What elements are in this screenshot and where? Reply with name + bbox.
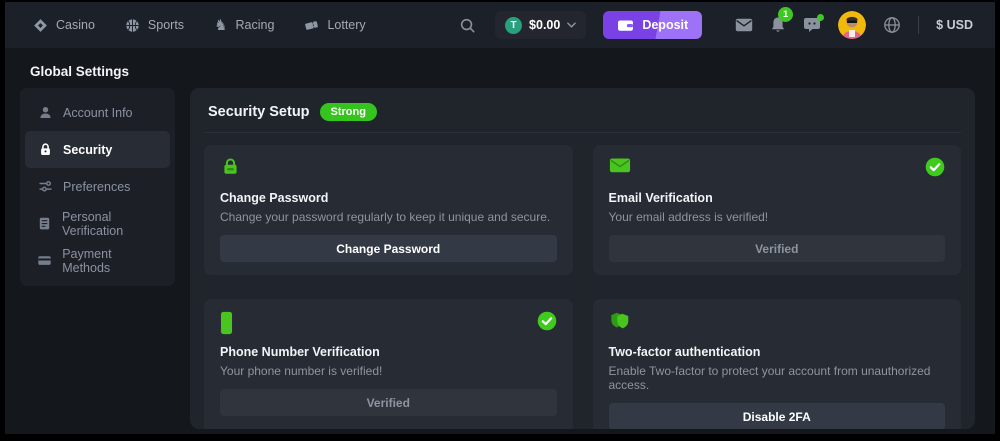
credit-card-icon	[37, 253, 52, 268]
wallet-balance-dropdown[interactable]: T $0.00	[495, 11, 586, 39]
card-description: Change your password regularly to keep i…	[220, 210, 557, 224]
nav-label: Sports	[148, 18, 184, 32]
topbar-right-cluster: T $0.00 Deposit 1	[459, 11, 973, 39]
nav-label: Racing	[236, 18, 275, 32]
nav-item-racing[interactable]: ♞ Racing	[214, 18, 274, 32]
nav-label: Lottery	[327, 18, 365, 32]
main-nav: Casino Sports ♞ Racing Lottery	[33, 18, 366, 33]
panel-title: Security Setup	[208, 104, 310, 120]
sidebar-item-preferences[interactable]: Preferences	[25, 168, 170, 205]
chat-button[interactable]	[803, 17, 821, 33]
phone-verified-button[interactable]: Verified	[220, 389, 557, 416]
page-title: Global Settings	[30, 64, 129, 79]
email-verification-card: Email Verification Your email address is…	[593, 145, 962, 275]
deposit-button[interactable]: Deposit	[603, 11, 702, 39]
email-verified-button[interactable]: Verified	[609, 235, 946, 262]
online-status-dot	[817, 14, 824, 21]
ticket-icon	[304, 18, 319, 33]
sidebar-item-label: Payment Methods	[62, 247, 158, 275]
basketball-icon	[125, 18, 140, 33]
card-description: Your phone number is verified!	[220, 364, 557, 378]
two-factor-card: Two-factor authentication Enable Two-fac…	[593, 299, 962, 429]
sidebar-item-security[interactable]: Security	[25, 131, 170, 168]
divider	[204, 132, 961, 133]
sidebar-item-label: Security	[63, 143, 112, 157]
card-title: Phone Number Verification	[220, 345, 557, 359]
chevron-down-icon	[567, 22, 576, 28]
avatar[interactable]	[838, 11, 866, 39]
document-icon	[37, 216, 52, 231]
user-icon	[37, 105, 53, 120]
horse-icon: ♞	[214, 19, 227, 32]
nav-item-casino[interactable]: Casino	[33, 18, 95, 33]
shield-icon	[609, 311, 631, 332]
search-icon[interactable]	[459, 17, 476, 34]
globe-icon[interactable]	[883, 16, 901, 34]
top-navigation-bar: Casino Sports ♞ Racing Lottery	[5, 2, 995, 48]
sidebar-item-label: Account Info	[63, 106, 133, 120]
envelope-icon	[609, 157, 631, 174]
security-setup-panel: Security Setup Strong Change Password Ch…	[190, 88, 975, 429]
phone-icon	[220, 311, 233, 335]
sliders-icon	[37, 179, 53, 194]
sidebar-item-payment-methods[interactable]: Payment Methods	[25, 242, 170, 279]
phone-verification-card: Phone Number Verification Your phone num…	[204, 299, 573, 429]
currency-label: $ USD	[936, 18, 973, 32]
nav-item-sports[interactable]: Sports	[125, 18, 184, 33]
sidebar-item-personal-verification[interactable]: Personal Verification	[25, 205, 170, 242]
app-window: Casino Sports ♞ Racing Lottery	[5, 2, 995, 434]
card-title: Email Verification	[609, 191, 946, 205]
deposit-label: Deposit	[642, 18, 688, 32]
sidebar-item-label: Personal Verification	[62, 210, 158, 238]
card-description: Enable Two-factor to protect your accoun…	[609, 364, 946, 392]
disable-2fa-button[interactable]: Disable 2FA	[609, 403, 946, 429]
currency-selector[interactable]: $ USD	[936, 18, 973, 32]
settings-sidebar: Account Info Security Preferences Person…	[20, 88, 175, 286]
mail-icon[interactable]	[735, 18, 753, 32]
padlock-icon	[220, 157, 241, 176]
divider	[918, 16, 919, 34]
change-password-button[interactable]: Change Password	[220, 235, 557, 262]
verified-check-icon	[925, 157, 945, 177]
lock-icon	[37, 142, 53, 157]
change-password-card: Change Password Change your password reg…	[204, 145, 573, 275]
notification-count-badge: 1	[778, 7, 793, 22]
nav-label: Casino	[56, 18, 95, 32]
card-title: Two-factor authentication	[609, 345, 946, 359]
card-description: Your email address is verified!	[609, 210, 946, 224]
card-title: Change Password	[220, 191, 557, 205]
balance-amount: $0.00	[529, 18, 560, 32]
diamond-icon	[33, 18, 48, 33]
wallet-icon	[617, 18, 634, 33]
sidebar-item-account-info[interactable]: Account Info	[25, 94, 170, 131]
verified-check-icon	[537, 311, 557, 331]
security-cards-grid: Change Password Change your password reg…	[204, 145, 961, 429]
nav-item-lottery[interactable]: Lottery	[304, 18, 365, 33]
sidebar-item-label: Preferences	[63, 180, 130, 194]
security-strength-badge: Strong	[320, 103, 377, 121]
notifications-bell[interactable]: 1	[770, 16, 786, 34]
panel-header: Security Setup Strong	[204, 103, 961, 121]
tether-coin-icon: T	[505, 17, 522, 34]
